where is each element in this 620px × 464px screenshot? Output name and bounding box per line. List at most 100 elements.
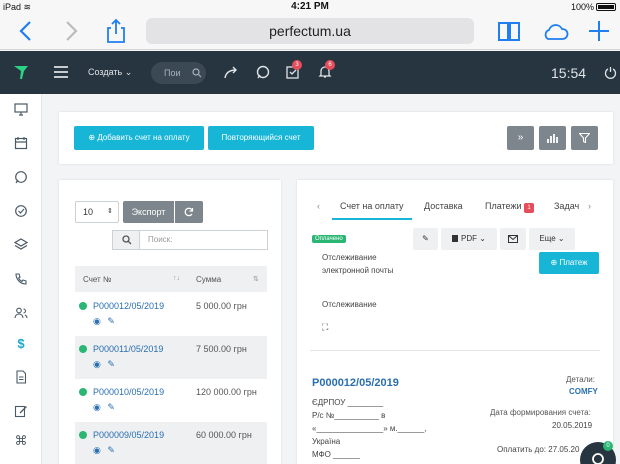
invoice-number[interactable]: P000010/05/2019 <box>93 387 164 397</box>
layers-icon[interactable] <box>14 238 28 252</box>
logo-icon[interactable] <box>12 63 30 81</box>
table-header: Счет № ↑↓ Сумма ⇅ <box>75 266 267 292</box>
new-tab-icon[interactable] <box>586 18 612 44</box>
column-amount[interactable]: Сумма <box>196 275 221 284</box>
sort-icon[interactable]: ⇅ <box>253 275 259 283</box>
bookmarks-icon[interactable] <box>496 18 522 44</box>
pencil-icon[interactable]: ✎ <box>107 445 115 455</box>
pay-until: Оплатить до: 27.05.20 <box>497 445 580 454</box>
table-row[interactable]: P000010/05/2019 120 000.00 грн ◉ ✎ <box>75 379 267 422</box>
forward-icon[interactable] <box>58 18 84 44</box>
chat-badge: 0 <box>603 441 613 451</box>
column-invoice-number[interactable]: Счет № <box>83 275 112 284</box>
cloud-icon[interactable] <box>540 18 570 44</box>
list-search-addon <box>112 230 140 250</box>
expand-button[interactable]: » <box>507 126 534 150</box>
tab-scroll-right[interactable]: › <box>588 201 591 211</box>
invoice-number[interactable]: P000009/05/2019 <box>93 430 164 440</box>
tracking-label: Отслеживание <box>322 300 377 309</box>
invoice-amount: 7 500.00 грн <box>196 344 247 354</box>
phone-icon[interactable] <box>14 272 28 286</box>
invoice-amount: 60 000.00 грн <box>196 430 252 440</box>
list-search-input[interactable]: Поиск: <box>140 230 268 250</box>
eye-icon[interactable]: ◉ <box>93 359 101 369</box>
status-time: 4:21 PM <box>291 1 329 12</box>
eye-icon[interactable]: ◉ <box>93 402 101 412</box>
add-invoice-button[interactable]: ⊕ Добавить счет на оплату <box>74 126 204 150</box>
expand-row-icon[interactable] <box>79 345 87 353</box>
chat-icon[interactable] <box>14 170 28 184</box>
tab-invoice[interactable]: Счет на оплату <box>340 201 404 211</box>
address-bar[interactable]: perfectum.ua <box>146 18 474 44</box>
row-actions: ◉ ✎ <box>93 359 115 370</box>
invoice-number[interactable]: P000012/05/2019 <box>93 301 164 311</box>
pencil-icon[interactable]: ✎ <box>107 316 115 326</box>
chat-icon[interactable] <box>256 65 270 79</box>
tab-delivery[interactable]: Доставка <box>424 201 463 211</box>
invoice-amount: 120 000.00 грн <box>196 387 257 397</box>
command-icon[interactable]: ⌘ <box>14 434 28 448</box>
tab-payments[interactable]: Платежи <box>485 201 522 211</box>
fullscreen-icon[interactable]: ⛶ <box>322 322 328 333</box>
table-row[interactable]: P000011/05/2019 7 500.00 грн ◉ ✎ <box>75 336 267 379</box>
edit-icon[interactable] <box>14 404 28 418</box>
back-icon[interactable] <box>14 18 40 44</box>
envelope-icon <box>508 235 518 243</box>
chat-icon <box>592 453 604 464</box>
document-icon[interactable] <box>14 370 28 384</box>
battery-indicator: 100% <box>571 2 616 12</box>
app-header: Создать ⌄ Пои 3 6 15:54 <box>0 51 620 94</box>
calendar-icon[interactable] <box>14 136 28 150</box>
bank-line: «_______________» м.______, <box>312 424 427 433</box>
menu-icon[interactable] <box>54 66 68 78</box>
page-size-select[interactable]: 10 ⇕ <box>75 201 119 223</box>
battery-icon <box>596 3 616 11</box>
search-icon <box>192 68 202 78</box>
power-icon[interactable] <box>604 66 617 79</box>
email-tracking-label: Отслеживание электронной почты <box>322 253 394 275</box>
tab-scroll-left[interactable]: ‹ <box>317 201 320 211</box>
eye-icon[interactable]: ◉ <box>93 445 101 455</box>
tab-tasks[interactable]: Задач <box>554 201 579 211</box>
status-badge: Оплачено <box>312 235 346 243</box>
ios-status-bar: iPad ≋ 4:21 PM 100% <box>0 0 620 14</box>
search-icon <box>122 235 132 245</box>
sidebar: $ ⌘ <box>0 94 42 464</box>
expand-row-icon[interactable] <box>79 388 87 396</box>
check-circle-icon[interactable] <box>14 204 28 218</box>
pencil-icon[interactable]: ✎ <box>107 402 115 412</box>
invoice-number[interactable]: P000011/05/2019 <box>93 344 163 354</box>
export-button[interactable]: Экспорт <box>123 201 174 223</box>
table-row[interactable]: P000012/05/2019 5 000.00 грн ◉ ✎ <box>75 293 267 336</box>
redo-icon[interactable] <box>224 66 238 79</box>
add-payment-button[interactable]: ⊕ Платеж <box>539 252 599 274</box>
created-date: 20.05.2019 <box>552 421 593 430</box>
users-icon[interactable] <box>14 306 28 320</box>
header-search[interactable]: Пои <box>151 62 206 84</box>
email-button[interactable] <box>500 228 526 250</box>
pdf-dropdown[interactable]: PDF ⌄ <box>441 228 497 250</box>
expand-row-icon[interactable] <box>79 302 87 310</box>
refresh-icon <box>184 207 194 217</box>
more-dropdown[interactable]: Еще ⌄ <box>529 228 575 250</box>
edit-invoice-button[interactable]: ✎ <box>413 228 438 250</box>
clock: 15:54 <box>551 65 587 81</box>
pencil-icon[interactable]: ✎ <box>107 359 115 369</box>
recurring-invoice-button[interactable]: Повторяющийся счет <box>208 126 314 150</box>
row-actions: ◉ ✎ <box>93 402 115 413</box>
table-row[interactable]: P000009/05/2019 60 000.00 грн ◉ ✎ <box>75 422 267 464</box>
reports-button[interactable] <box>539 126 566 150</box>
monitor-icon[interactable] <box>14 102 28 116</box>
finance-icon[interactable]: $ <box>14 337 28 351</box>
filter-button[interactable] <box>571 126 598 150</box>
sort-icon[interactable]: ↑↓ <box>173 275 180 282</box>
create-dropdown[interactable]: Создать ⌄ <box>88 67 132 78</box>
expand-row-icon[interactable] <box>79 431 87 439</box>
share-icon[interactable] <box>103 18 129 44</box>
country-line: Україна <box>312 437 341 446</box>
row-actions: ◉ ✎ <box>93 316 115 327</box>
refresh-button[interactable] <box>175 201 203 223</box>
active-tab-indicator <box>332 218 412 220</box>
account-line: Р/с №__________ в <box>312 411 386 420</box>
eye-icon[interactable]: ◉ <box>93 316 101 326</box>
